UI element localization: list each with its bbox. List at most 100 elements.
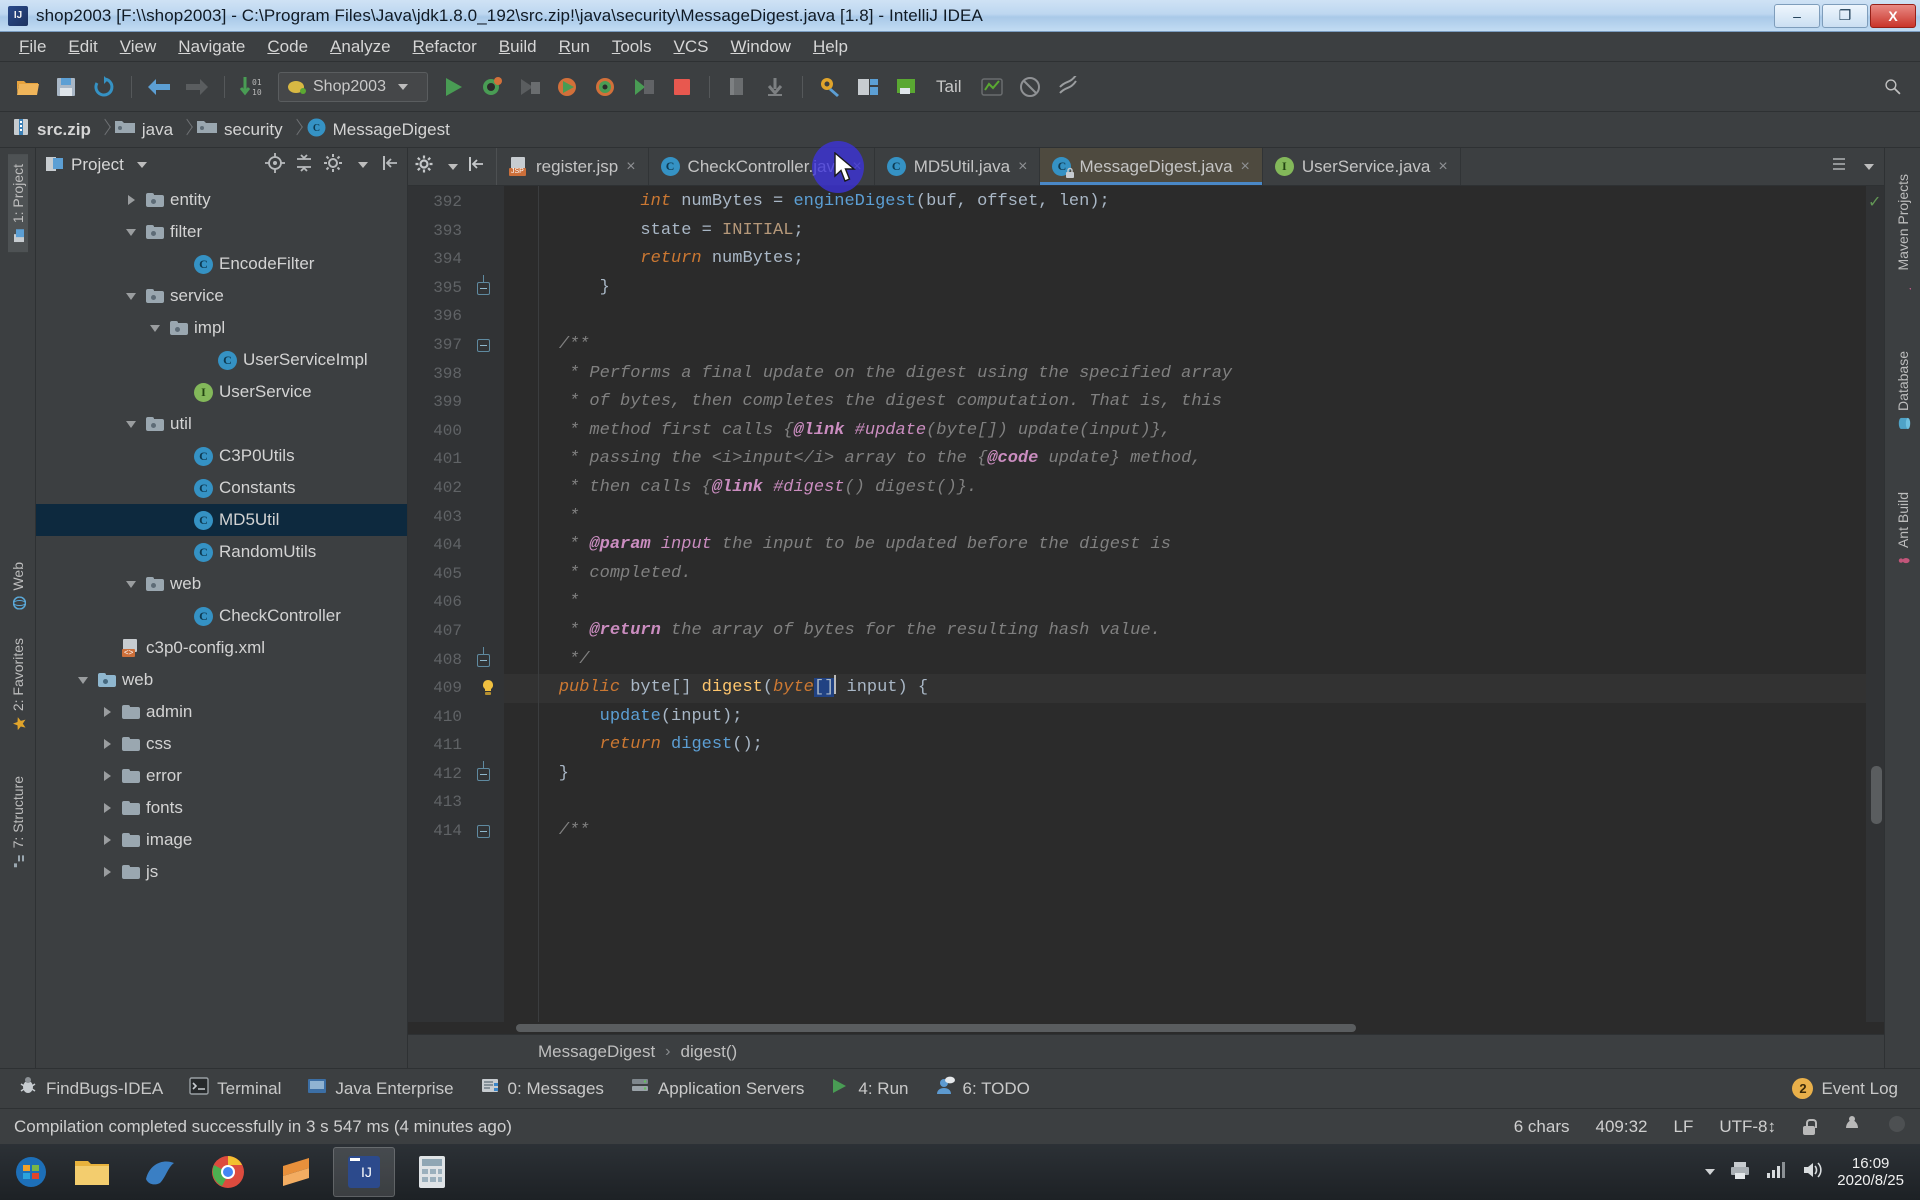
menu-item-edit[interactable]: Edit: [57, 35, 108, 59]
gutter-line-392[interactable]: 392: [408, 188, 504, 217]
menu-item-build[interactable]: Build: [488, 35, 548, 59]
search-icon[interactable]: [1884, 69, 1920, 105]
code-content[interactable]: int numBytes = engineDigest(buf, offset,…: [504, 186, 1866, 1022]
code-line-397[interactable]: /**: [504, 331, 1866, 360]
menu-item-analyze[interactable]: Analyze: [319, 35, 401, 59]
forward-icon[interactable]: [179, 69, 215, 105]
menu-item-run[interactable]: Run: [548, 35, 601, 59]
code-line-411[interactable]: return digest();: [504, 731, 1866, 760]
gutter-line-406[interactable]: 406: [408, 588, 504, 617]
status-line-separator[interactable]: LF: [1673, 1117, 1693, 1137]
save-all-icon[interactable]: [48, 69, 84, 105]
chevron-right-icon[interactable]: [100, 800, 116, 816]
tree-node-md5util[interactable]: C MD5Util: [36, 504, 407, 536]
code-line-406[interactable]: *: [504, 588, 1866, 617]
gutter-line-408[interactable]: 408: [408, 646, 504, 675]
menu-item-navigate[interactable]: Navigate: [167, 35, 256, 59]
chevron-right-icon[interactable]: [100, 864, 116, 880]
status-caret-position[interactable]: 409:32: [1595, 1117, 1647, 1137]
close-icon[interactable]: ×: [626, 158, 635, 176]
gutter-line-413[interactable]: 413: [408, 788, 504, 817]
breadcrumb-item-security[interactable]: security: [197, 119, 287, 140]
tree-node-error[interactable]: error: [36, 760, 407, 792]
tool-window-findbugs-idea[interactable]: FindBugs-IDEA: [10, 1076, 181, 1101]
chevron-down-icon[interactable]: [76, 672, 92, 688]
menu-item-view[interactable]: View: [109, 35, 168, 59]
gutter-line-397[interactable]: 397: [408, 331, 504, 360]
code-line-398[interactable]: * Performs a final update on the digest …: [504, 360, 1866, 389]
tool-window-6--todo[interactable]: 6: TODO: [927, 1076, 1048, 1101]
code-line-408[interactable]: */: [504, 646, 1866, 675]
close-icon[interactable]: ×: [1438, 158, 1447, 176]
editor-hscroll-thumb[interactable]: [516, 1024, 1356, 1032]
tree-node-checkcontroller[interactable]: C CheckController: [36, 600, 407, 632]
sync-icon[interactable]: [86, 69, 122, 105]
code-line-393[interactable]: state = INITIAL;: [504, 217, 1866, 246]
code-line-401[interactable]: * passing the <i>input</i> array to the …: [504, 445, 1866, 474]
gutter-line-409[interactable]: 409: [408, 674, 504, 703]
tree-node-randomutils[interactable]: C RandomUtils: [36, 536, 407, 568]
gutter-line-394[interactable]: 394: [408, 245, 504, 274]
taskbar-intellij-idea-icon[interactable]: IJ: [333, 1147, 395, 1197]
chevron-right-icon[interactable]: [100, 704, 116, 720]
code-line-405[interactable]: * completed.: [504, 560, 1866, 589]
no-entry-icon[interactable]: [1012, 69, 1048, 105]
maximize-button[interactable]: ❐: [1822, 3, 1868, 28]
tree-node-web[interactable]: web: [36, 568, 407, 600]
editor-marker-bar[interactable]: ✓: [1866, 186, 1884, 1022]
chevron-down-icon[interactable]: [136, 162, 147, 168]
code-line-394[interactable]: return numBytes;: [504, 245, 1866, 274]
close-icon[interactable]: ×: [1018, 158, 1027, 176]
chevron-right-icon[interactable]: [124, 192, 140, 208]
stop-icon[interactable]: [664, 69, 700, 105]
tree-node-userserviceimpl[interactable]: C UserServiceImpl: [36, 344, 407, 376]
back-icon[interactable]: [141, 69, 177, 105]
chevron-down-icon[interactable]: [448, 163, 458, 170]
breadcrumb-method[interactable]: digest(): [681, 1042, 738, 1062]
status-encoding[interactable]: UTF-8↕: [1719, 1117, 1776, 1137]
sidebar-item-database[interactable]: Database: [1893, 341, 1913, 440]
code-line-407[interactable]: * @return the array of bytes for the res…: [504, 617, 1866, 646]
code-fold-icon[interactable]: [477, 825, 490, 839]
taskbar-sublime-text-icon[interactable]: [265, 1147, 327, 1197]
editor-viewport[interactable]: 392 393 394 395 396 397 398 399 400 401 402 403 404 4…: [408, 186, 1884, 1022]
locate-icon[interactable]: [265, 152, 285, 178]
menu-item-code[interactable]: Code: [256, 35, 319, 59]
menu-item-tools[interactable]: Tools: [601, 35, 663, 59]
tool-window-terminal[interactable]: Terminal: [181, 1077, 299, 1100]
sidebar-item-structure[interactable]: 7: Structure: [8, 766, 28, 877]
code-line-400[interactable]: * method first calls {@link #update(byte…: [504, 417, 1866, 446]
taskbar-calculator-icon[interactable]: [401, 1147, 463, 1197]
code-line-395[interactable]: }: [504, 274, 1866, 303]
tree-node-fonts[interactable]: fonts: [36, 792, 407, 824]
gutter-line-395[interactable]: 395: [408, 274, 504, 303]
tool-window-4--run[interactable]: 4: Run: [822, 1077, 926, 1100]
chevron-down-icon[interactable]: [1864, 163, 1874, 170]
gear-icon[interactable]: [323, 153, 343, 178]
tool-window-event-log[interactable]: 2 Event Log: [1784, 1078, 1920, 1099]
project-tree[interactable]: entity filter C EncodeFilter service impl C Use…: [36, 182, 407, 1068]
run-with-coverage-icon[interactable]: [512, 69, 548, 105]
run-configuration-selector[interactable]: Shop2003: [278, 71, 428, 102]
chevron-down-icon[interactable]: [124, 416, 140, 432]
tree-node-css[interactable]: css: [36, 728, 407, 760]
taskbar-clock[interactable]: 16:09 2020/8/25: [1837, 1155, 1904, 1190]
menu-item-refactor[interactable]: Refactor: [402, 35, 488, 59]
shrink-icon[interactable]: [1050, 69, 1086, 105]
code-line-392[interactable]: int numBytes = engineDigest(buf, offset,…: [504, 188, 1866, 217]
tail-button[interactable]: Tail: [926, 77, 972, 97]
collapse-all-icon[interactable]: [294, 153, 314, 178]
windows-start-icon[interactable]: [4, 1146, 58, 1198]
taskbar-file-explorer-icon[interactable]: [61, 1147, 123, 1197]
update-app-icon[interactable]: [757, 69, 793, 105]
hide-icon[interactable]: [381, 153, 401, 178]
sidebar-item-project[interactable]: 1: Project: [7, 154, 28, 253]
chevron-down-icon[interactable]: [358, 162, 368, 168]
code-fold-icon[interactable]: [477, 274, 490, 295]
gutter-line-404[interactable]: 404: [408, 531, 504, 560]
chevron-down-icon[interactable]: [148, 320, 164, 336]
code-fold-icon[interactable]: [477, 338, 490, 352]
code-line-414[interactable]: /**: [504, 817, 1866, 846]
tree-node-entity[interactable]: entity: [36, 184, 407, 216]
code-line-399[interactable]: * of bytes, then completes the digest co…: [504, 388, 1866, 417]
